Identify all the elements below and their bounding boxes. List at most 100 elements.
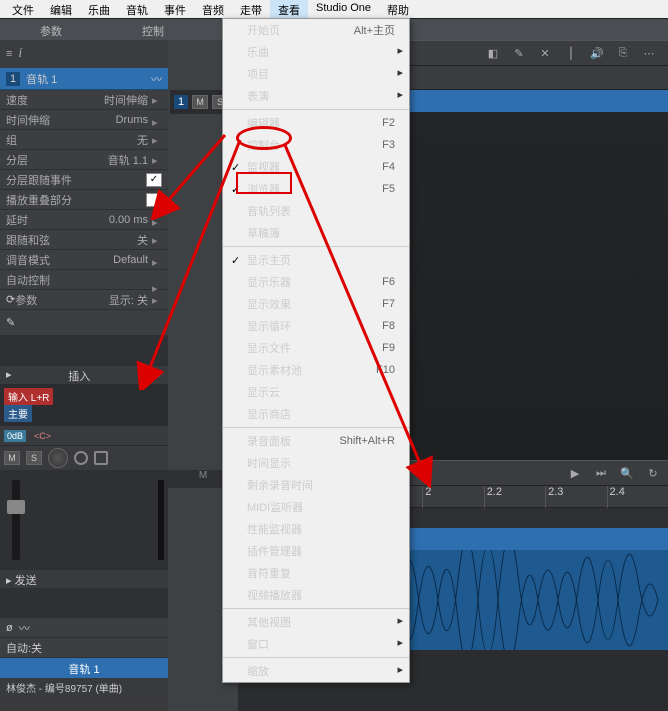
menu-item-显示素材池[interactable]: 显示素材池F10 — [223, 359, 409, 381]
menu-item-MIDI监听器[interactable]: MIDI监听器 — [223, 496, 409, 518]
menu-item-音轨列表[interactable]: 音轨列表 — [223, 200, 409, 222]
track-footer[interactable]: 音轨 1 — [0, 658, 168, 678]
checkbox[interactable] — [146, 173, 162, 187]
menu-item-剩余录音时间[interactable]: 剩余录音时间 — [223, 474, 409, 496]
ff-icon[interactable]: ⏭ — [592, 464, 610, 482]
menu-item-时间显示[interactable]: 时间显示 — [223, 452, 409, 474]
param-调音模式[interactable]: 调音模式Default▸ — [0, 250, 168, 270]
info-icon[interactable]: i — [18, 46, 22, 62]
menu-事件[interactable]: 事件 — [156, 0, 194, 18]
monitor-icon[interactable] — [94, 451, 108, 465]
send-expand-icon[interactable]: ▸ — [6, 575, 12, 587]
insert-header[interactable]: ▸ 插入 ▾ + — [0, 366, 168, 384]
menu-item-插件管理器[interactable]: 插件管理器 — [223, 540, 409, 562]
menu-item-音符重复[interactable]: 音符重复 — [223, 562, 409, 584]
more-icon[interactable]: ⋯ — [640, 44, 658, 62]
insert-menu-icon[interactable]: ▾ + — [147, 368, 162, 382]
eraser-icon[interactable]: ◧ — [484, 44, 502, 62]
menu-item-乐曲[interactable]: 乐曲 — [223, 41, 409, 63]
list-icon[interactable]: ≡ — [6, 48, 12, 60]
param-分层[interactable]: 分层音轨 1.1▸ — [0, 150, 168, 170]
input-knob[interactable] — [48, 448, 68, 468]
insert-expand-icon[interactable]: ▸ — [6, 368, 12, 382]
menu-item-显示文件[interactable]: 显示文件F9 — [223, 337, 409, 359]
edit-row[interactable]: ✎ — [0, 310, 168, 336]
solo-button[interactable]: S — [26, 451, 42, 465]
menu-文件[interactable]: 文件 — [4, 0, 42, 18]
menu-item-显示效果[interactable]: 显示效果F7 — [223, 293, 409, 315]
shortcut-label: F5 — [382, 183, 401, 195]
menu-item-开始页[interactable]: 开始页Alt+主页 — [223, 19, 409, 41]
menu-乐曲[interactable]: 乐曲 — [80, 0, 118, 18]
menu-item-label: 草稿簿 — [247, 225, 401, 241]
param-速度[interactable]: 速度时间伸缩▸ — [0, 90, 168, 110]
speaker-icon[interactable]: 🔊 — [588, 44, 606, 62]
menu-item-缩放[interactable]: 缩放 — [223, 660, 409, 682]
db-value[interactable]: 0dB — [4, 430, 26, 442]
menu-走带[interactable]: 走带 — [232, 0, 270, 18]
menu-item-显示循环[interactable]: 显示循环F8 — [223, 315, 409, 337]
param-时间伸缩[interactable]: 时间伸缩Drums▸ — [0, 110, 168, 130]
phase-icon[interactable]: ø — [6, 622, 13, 634]
menu-item-label: 插件管理器 — [247, 543, 401, 559]
menu-帮助[interactable]: 帮助 — [379, 0, 417, 18]
mute-button[interactable]: M — [4, 451, 20, 465]
loop-icon[interactable]: ↻ — [644, 464, 662, 482]
track-header[interactable]: 1 音轨 1 〰 — [0, 68, 168, 90]
link-icon[interactable]: ⎘ — [614, 44, 632, 62]
param-跟随和弦[interactable]: 跟随和弦关▸ — [0, 230, 168, 250]
draw-icon[interactable]: ✎ — [510, 44, 528, 62]
menu-item-窗口[interactable]: 窗口 — [223, 633, 409, 655]
control-tab[interactable]: 控制 — [102, 19, 204, 40]
menu-item-label: 控制台 — [247, 137, 382, 153]
param-分层跟随事件[interactable]: 分层跟随事件 — [0, 170, 168, 190]
menu-item-草稿簿[interactable]: 草稿簿 — [223, 222, 409, 244]
refresh-icon[interactable]: ⟳ — [6, 293, 15, 306]
menu-item-显示乐器[interactable]: 显示乐器F6 — [223, 271, 409, 293]
param-延时[interactable]: 延时0.00 ms▸ — [0, 210, 168, 230]
params-tab[interactable]: 参数 — [0, 19, 102, 40]
param-自动控制[interactable]: 自动控制▸ — [0, 270, 168, 290]
menu-item-性能监视器[interactable]: 性能监视器 — [223, 518, 409, 540]
menu-音频[interactable]: 音频 — [194, 0, 232, 18]
pan-value[interactable]: <C> — [34, 431, 51, 441]
param-参数[interactable]: ⟳参数显示: 关▸ — [0, 290, 168, 310]
fader-handle[interactable] — [7, 500, 25, 514]
input-badge[interactable]: 输入 L+R — [4, 388, 53, 405]
param-播放重叠部分[interactable]: 播放重叠部分 — [0, 190, 168, 210]
play-icon[interactable]: ▶ — [566, 464, 584, 482]
menu-item-显示主页[interactable]: ✓显示主页 — [223, 249, 409, 271]
menu-item-表演[interactable]: 表演 — [223, 85, 409, 107]
tl-mark: 2.3 — [545, 486, 606, 508]
checkbox[interactable] — [146, 193, 162, 207]
pencil-icon: ✎ — [6, 316, 15, 329]
mute-tool-icon[interactable]: ✕ — [536, 44, 554, 62]
menu-查看[interactable]: 查看 — [270, 0, 308, 18]
param-组[interactable]: 组无▸ — [0, 130, 168, 150]
param-value: 时间伸缩▸ — [104, 92, 162, 108]
split-icon[interactable]: ⎮ — [562, 44, 580, 62]
zoom-icon[interactable]: 🔍 — [618, 464, 636, 482]
record-arm-icon[interactable] — [74, 451, 88, 465]
param-label: 参数 — [15, 292, 109, 308]
edit-track-num: 1 — [174, 95, 188, 109]
menu-item-控制台[interactable]: 控制台F3 — [223, 134, 409, 156]
send-header[interactable]: ▸ 发送 — [0, 570, 168, 588]
menu-Studio One[interactable]: Studio One — [308, 0, 379, 18]
menu-item-其他视图[interactable]: 其他视图 — [223, 611, 409, 633]
automation-row[interactable]: 自动:关 — [0, 638, 168, 658]
menu-item-录音面板[interactable]: 录音面板Shift+Alt+R — [223, 430, 409, 452]
wave-icon-2[interactable]: 〰 — [19, 620, 30, 636]
menu-item-编辑器[interactable]: 编辑器F2 — [223, 112, 409, 134]
menu-编辑[interactable]: 编辑 — [42, 0, 80, 18]
menu-音轨[interactable]: 音轨 — [118, 0, 156, 18]
output-badge[interactable]: 主要 — [4, 405, 32, 422]
menu-item-视频播放器[interactable]: 视频播放器 — [223, 584, 409, 606]
edit-mute[interactable]: M — [192, 95, 208, 109]
menu-item-显示商店[interactable]: 显示商店 — [223, 403, 409, 425]
menu-item-显示云[interactable]: 显示云 — [223, 381, 409, 403]
view-menu-dropdown: 开始页Alt+主页乐曲项目表演编辑器F2控制台F3✓监视器F4✓浏览器F5音轨列… — [222, 18, 410, 683]
menu-item-项目[interactable]: 项目 — [223, 63, 409, 85]
shortcut-label: F3 — [382, 139, 401, 151]
meter — [158, 480, 164, 560]
